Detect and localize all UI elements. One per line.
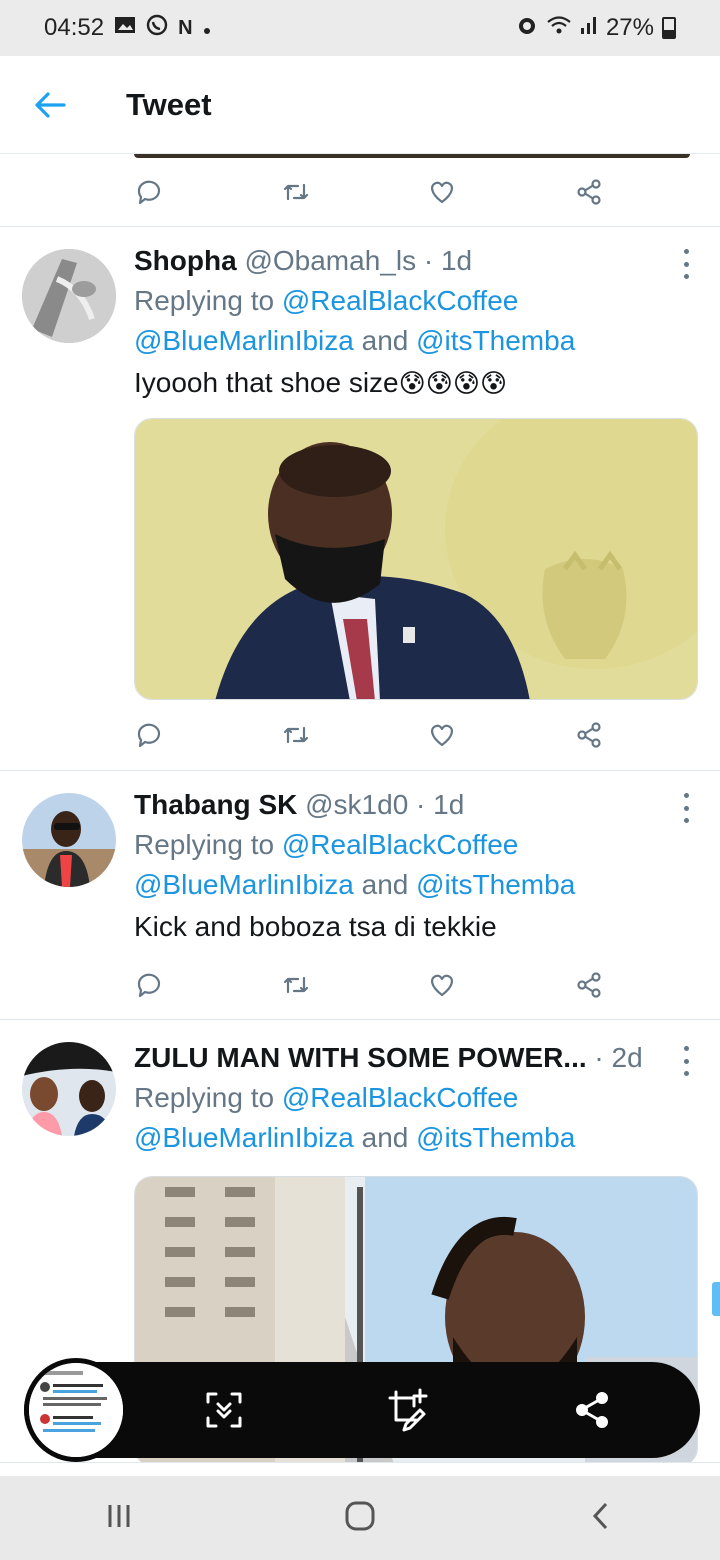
- system-nav-bar: [0, 1476, 720, 1560]
- replying-to: Replying to @RealBlackCoffee @BlueMarlin…: [134, 281, 674, 361]
- more-options-button[interactable]: [680, 249, 692, 279]
- tweet-image[interactable]: [134, 418, 698, 700]
- avatar[interactable]: [22, 1042, 116, 1136]
- battery-icon: [662, 17, 676, 39]
- more-icon: [683, 793, 689, 798]
- tweet-header: ZULU MAN WITH SOME POWER... · 2d: [134, 1038, 674, 1078]
- anxious-face-emoji: 😰😰😰😰: [398, 369, 508, 399]
- crop-edit-button[interactable]: [378, 1380, 438, 1440]
- app-header: Tweet: [0, 56, 720, 154]
- scroll-capture-icon: [206, 1392, 242, 1428]
- display-name[interactable]: ZULU MAN WITH SOME POWER...: [134, 1042, 587, 1073]
- mention-realblackcoffee[interactable]: @RealBlackCoffee: [282, 1082, 518, 1113]
- username[interactable]: @Obamah_ls: [244, 245, 416, 276]
- status-bar: 04:52 N 27%: [0, 0, 720, 56]
- recents-button[interactable]: [104, 1501, 134, 1536]
- more-options-button[interactable]: [680, 1046, 692, 1076]
- retweet-icon[interactable]: [281, 720, 311, 750]
- more-icon: [683, 249, 689, 254]
- timestamp[interactable]: · 1d: [416, 789, 464, 820]
- like-icon[interactable]: [427, 177, 457, 207]
- recents-icon: [108, 1504, 130, 1527]
- home-button[interactable]: [343, 1499, 377, 1538]
- crop-edit-icon: [388, 1388, 428, 1432]
- news-app-icon: N: [178, 16, 193, 39]
- avatar[interactable]: [22, 793, 116, 887]
- previous-tweet-media-edge: [134, 154, 690, 158]
- replying-to: Replying to @RealBlackCoffee @BlueMarlin…: [134, 1078, 674, 1158]
- more-icon: [683, 1046, 689, 1051]
- tweet-thabang-sk[interactable]: Thabang SK @sk1d0 · 1d Replying to @Real…: [0, 771, 720, 1019]
- share-icon[interactable]: [574, 970, 604, 1000]
- mention-bluemarlinibiza[interactable]: @BlueMarlinIbiza: [134, 325, 354, 356]
- mention-realblackcoffee[interactable]: @RealBlackCoffee: [282, 829, 518, 860]
- timestamp[interactable]: · 2d: [594, 1042, 642, 1073]
- replying-to-label: Replying to: [134, 829, 275, 860]
- gallery-icon: [114, 14, 136, 42]
- tweet-actions: [134, 965, 604, 1005]
- retweet-icon[interactable]: [281, 177, 311, 207]
- home-icon: [345, 1501, 375, 1530]
- page-title: Tweet: [126, 86, 212, 122]
- whatsapp-icon: [146, 14, 168, 43]
- tweet-shopha[interactable]: Shopha @Obamah_ls · 1d Replying to @Real…: [0, 227, 720, 770]
- tweet-text: Iyoooh that shoe size😰😰😰😰: [134, 361, 674, 406]
- and-label: and: [361, 325, 409, 356]
- and-label: and: [361, 1122, 409, 1153]
- scroll-indicator[interactable]: [712, 1282, 720, 1316]
- battery-percent: 27%: [605, 14, 654, 41]
- tweet-header: Thabang SK @sk1d0 · 1d: [134, 785, 674, 825]
- back-arrow-icon: [35, 91, 66, 118]
- display-name[interactable]: Thabang SK: [134, 789, 297, 820]
- wifi-icon: [546, 14, 572, 43]
- username[interactable]: @sk1d0: [305, 789, 408, 820]
- back-button[interactable]: [0, 56, 100, 154]
- back-nav-button[interactable]: [586, 1501, 616, 1536]
- status-time: 04:52: [44, 14, 105, 41]
- like-icon[interactable]: [427, 720, 457, 750]
- replying-to: Replying to @RealBlackCoffee @BlueMarlin…: [134, 825, 674, 905]
- mention-bluemarlinibiza[interactable]: @BlueMarlinIbiza: [134, 869, 354, 900]
- alarm-icon: [516, 14, 538, 43]
- screenshot-thumbnail[interactable]: [24, 1358, 128, 1462]
- share-screenshot-button[interactable]: [562, 1380, 622, 1440]
- timestamp[interactable]: · 1d: [424, 245, 472, 276]
- share-screenshot-icon: [576, 1392, 608, 1428]
- signal-icon: [580, 14, 598, 43]
- mention-itsthemba[interactable]: @itsThemba: [416, 869, 575, 900]
- mention-itsthemba[interactable]: @itsThemba: [416, 1122, 575, 1153]
- more-options-button[interactable]: [680, 793, 692, 823]
- share-icon[interactable]: [574, 177, 604, 207]
- retweet-icon[interactable]: [281, 970, 311, 1000]
- like-icon[interactable]: [427, 970, 457, 1000]
- tweet-text: Kick and boboza tsa di tekkie: [134, 911, 497, 942]
- dot-icon: [203, 14, 211, 42]
- previous-tweet-actions: [134, 172, 604, 212]
- mention-realblackcoffee[interactable]: @RealBlackCoffee: [282, 285, 518, 316]
- reply-icon[interactable]: [134, 177, 164, 207]
- mention-bluemarlinibiza[interactable]: @BlueMarlinIbiza: [134, 1122, 354, 1153]
- scroll-capture-button[interactable]: [194, 1380, 254, 1440]
- avatar[interactable]: [22, 249, 116, 343]
- tweet-actions: [134, 715, 604, 755]
- tweet-header: Shopha @Obamah_ls · 1d: [134, 241, 674, 281]
- display-name[interactable]: Shopha: [134, 245, 237, 276]
- reply-icon[interactable]: [134, 720, 164, 750]
- reply-icon[interactable]: [134, 970, 164, 1000]
- replying-to-label: Replying to: [134, 1082, 275, 1113]
- screenshot-toolbar: [24, 1358, 700, 1462]
- bottom-strip: [0, 1462, 720, 1476]
- back-nav-icon: [592, 1502, 607, 1529]
- share-icon[interactable]: [574, 720, 604, 750]
- and-label: and: [361, 869, 409, 900]
- replying-to-label: Replying to: [134, 285, 275, 316]
- mention-itsthemba[interactable]: @itsThemba: [416, 325, 575, 356]
- tweet-text-content: Iyoooh that shoe size: [134, 367, 399, 398]
